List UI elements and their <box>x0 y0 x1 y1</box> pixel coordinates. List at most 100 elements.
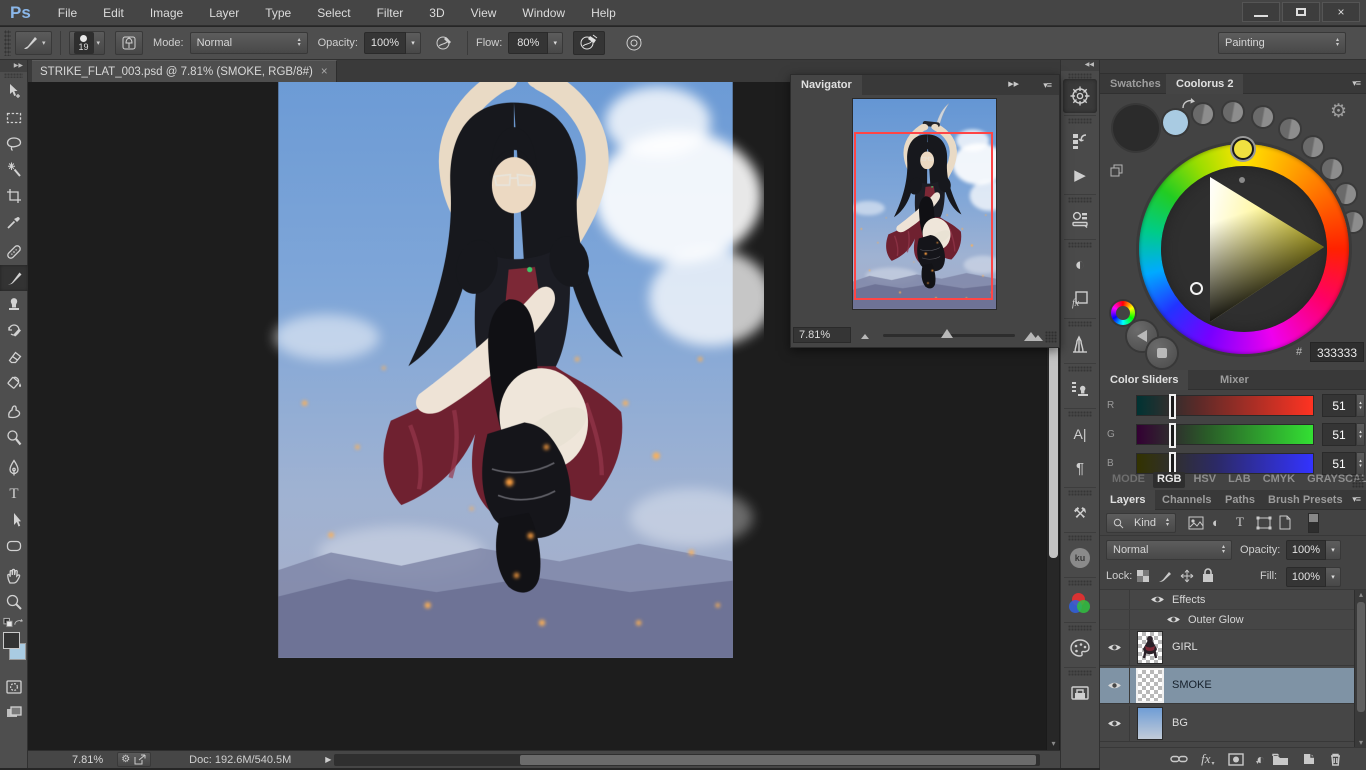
hand-tool[interactable] <box>0 563 28 589</box>
menu-image[interactable]: Image <box>137 0 196 26</box>
menu-view[interactable]: View <box>458 0 510 26</box>
layers-scroll-up-icon[interactable]: ▴ <box>1355 590 1366 599</box>
lock-position-icon[interactable] <box>1180 569 1194 583</box>
doc-size-readout[interactable]: Doc: 192.6M/540.5M <box>189 754 291 766</box>
brush-panel-icon[interactable] <box>1061 327 1099 361</box>
blue-slider-track[interactable] <box>1136 453 1314 474</box>
toolbar-collapse-button[interactable]: ▶▶ <box>0 60 27 72</box>
menu-type[interactable]: Type <box>252 0 304 26</box>
menu-layer[interactable]: Layer <box>196 0 252 26</box>
flow-dropdown-arrow[interactable]: ▾ <box>548 32 563 54</box>
lock-transparency-icon[interactable] <box>1136 569 1150 583</box>
workspace-switcher[interactable]: Painting ▴▾ <box>1218 32 1346 54</box>
new-layer-icon[interactable] <box>1302 752 1316 766</box>
effects-visibility-eye-icon[interactable] <box>1150 594 1165 605</box>
lock-pixels-icon[interactable] <box>1158 569 1172 583</box>
zoom-out-icon[interactable] <box>859 330 875 340</box>
copy-color-icon[interactable] <box>1110 164 1124 178</box>
adjustments-panel-icon[interactable]: ◐ <box>1061 248 1099 282</box>
filter-smart-objects-icon[interactable] <box>1278 515 1292 530</box>
tool-preset-picker[interactable]: ▾ <box>15 31 52 55</box>
bg-layer-thumbnail[interactable] <box>1138 708 1162 739</box>
add-layer-mask-icon[interactable] <box>1228 753 1244 766</box>
coolorus-foreground-swatch[interactable] <box>1113 105 1159 151</box>
hex-color-field[interactable]: 333333 <box>1310 342 1364 362</box>
layer-row-girl[interactable]: GIRL <box>1100 630 1354 666</box>
outer-glow-visibility-eye-icon[interactable] <box>1166 614 1181 625</box>
horizontal-scrollbar-thumb[interactable] <box>520 755 1036 765</box>
character-panel-icon[interactable]: A| <box>1061 417 1099 451</box>
clone-source-panel-icon[interactable] <box>1061 372 1099 406</box>
red-slider-thumb[interactable] <box>1169 394 1176 419</box>
layers-scrollbar[interactable]: ▴ ▾ <box>1354 590 1366 747</box>
mode-hsv[interactable]: HSV <box>1189 472 1220 488</box>
harmony-swatch-dot[interactable] <box>1253 107 1273 127</box>
layer-row-smoke[interactable]: SMOKE <box>1100 668 1354 704</box>
blend-mode-dropdown[interactable]: Normal ▴▾ <box>190 32 308 54</box>
toggle-brush-panel-button[interactable] <box>115 31 143 55</box>
close-button[interactable]: × <box>1322 2 1360 22</box>
green-value-stepper[interactable]: ▴▾ <box>1356 423 1365 446</box>
swap-colors-icon[interactable] <box>13 617 24 628</box>
tab-coolorus[interactable]: Coolorus 2 <box>1166 74 1243 94</box>
history-brush-tool[interactable] <box>0 317 28 343</box>
pen-tool[interactable] <box>0 455 28 481</box>
tab-brush-presets[interactable]: Brush Presets <box>1258 490 1353 510</box>
color-panel-icon[interactable] <box>1061 586 1099 620</box>
red-value-stepper[interactable]: ▴▾ <box>1356 394 1365 417</box>
coolorus-background-swatch[interactable] <box>1163 110 1188 135</box>
screen-mode-button[interactable] <box>0 700 28 726</box>
minimize-button[interactable] <box>1242 2 1280 22</box>
harmony-swatch-dot[interactable] <box>1193 104 1213 124</box>
flow-field[interactable]: 80% <box>508 32 548 54</box>
tab-mixer[interactable]: Mixer <box>1210 370 1259 390</box>
navigator-thumbnail[interactable] <box>853 99 996 309</box>
girl-visibility-eye-icon[interactable] <box>1107 642 1122 653</box>
swatches-panel-icon[interactable] <box>1061 631 1099 665</box>
paint-bucket-tool[interactable] <box>0 369 28 395</box>
harmony-swatch-dot[interactable] <box>1336 184 1356 204</box>
options-grip[interactable] <box>4 30 11 56</box>
healing-brush-tool[interactable] <box>0 239 28 265</box>
menu-window[interactable]: Window <box>509 0 578 26</box>
navigator-zoom-field[interactable]: 7.81% <box>793 327 851 343</box>
mode-rgb[interactable]: RGB <box>1153 472 1185 488</box>
menu-3d[interactable]: 3D <box>416 0 457 26</box>
panel-resize-grip[interactable] <box>1352 476 1364 488</box>
tab-close-icon[interactable]: × <box>321 66 328 78</box>
eraser-tool[interactable] <box>0 343 28 369</box>
crop-tool[interactable] <box>0 183 28 209</box>
triangle-selector-handle[interactable] <box>1190 282 1203 295</box>
magic-wand-tool[interactable] <box>0 157 28 183</box>
smoke-visibility-eye-icon[interactable] <box>1107 680 1122 691</box>
scroll-down-icon[interactable]: ▾ <box>1047 739 1060 748</box>
paragraph-panel-icon[interactable]: ¶ <box>1061 451 1099 485</box>
vertical-scrollbar-thumb[interactable] <box>1049 344 1058 558</box>
lock-all-icon[interactable] <box>1202 568 1214 583</box>
panel-menu-icon[interactable]: ▾≡ <box>1352 494 1360 505</box>
gear-icon[interactable]: ⚙ <box>1330 100 1347 123</box>
smudge-tool[interactable] <box>0 399 28 425</box>
zoom-tool[interactable] <box>0 589 28 615</box>
green-slider-track[interactable] <box>1136 424 1314 445</box>
toolbar-grip[interactable] <box>4 73 23 78</box>
red-value-field[interactable]: 51 <box>1322 394 1356 417</box>
menu-help[interactable]: Help <box>578 0 629 26</box>
brush-size-picker[interactable]: 19 ▾ <box>69 31 106 55</box>
panel-menu-icon[interactable]: ▾≡ <box>1352 78 1360 89</box>
history-panel-icon[interactable] <box>1061 124 1099 158</box>
brush-tool[interactable] <box>0 265 28 291</box>
restore-button[interactable] <box>1282 2 1320 22</box>
smoke-layer-thumbnail[interactable] <box>1138 670 1162 701</box>
zoom-in-icon[interactable] <box>1023 329 1045 342</box>
panel-menu-icon[interactable]: ▾≡ <box>1043 80 1051 91</box>
tab-layers[interactable]: Layers <box>1100 490 1155 510</box>
status-icons-chip[interactable]: ⚙ <box>117 752 151 767</box>
opacity-field[interactable]: 100% <box>364 32 406 54</box>
collapse-panel-icon[interactable]: ▶▶ <box>1008 80 1019 88</box>
layers-scrollbar-thumb[interactable] <box>1357 602 1365 712</box>
marquee-tool[interactable] <box>0 105 28 131</box>
mode-lab[interactable]: LAB <box>1224 472 1255 488</box>
measurement-tools-panel-icon[interactable]: ⚒ <box>1061 496 1099 530</box>
eyedropper-tool[interactable] <box>0 209 28 235</box>
